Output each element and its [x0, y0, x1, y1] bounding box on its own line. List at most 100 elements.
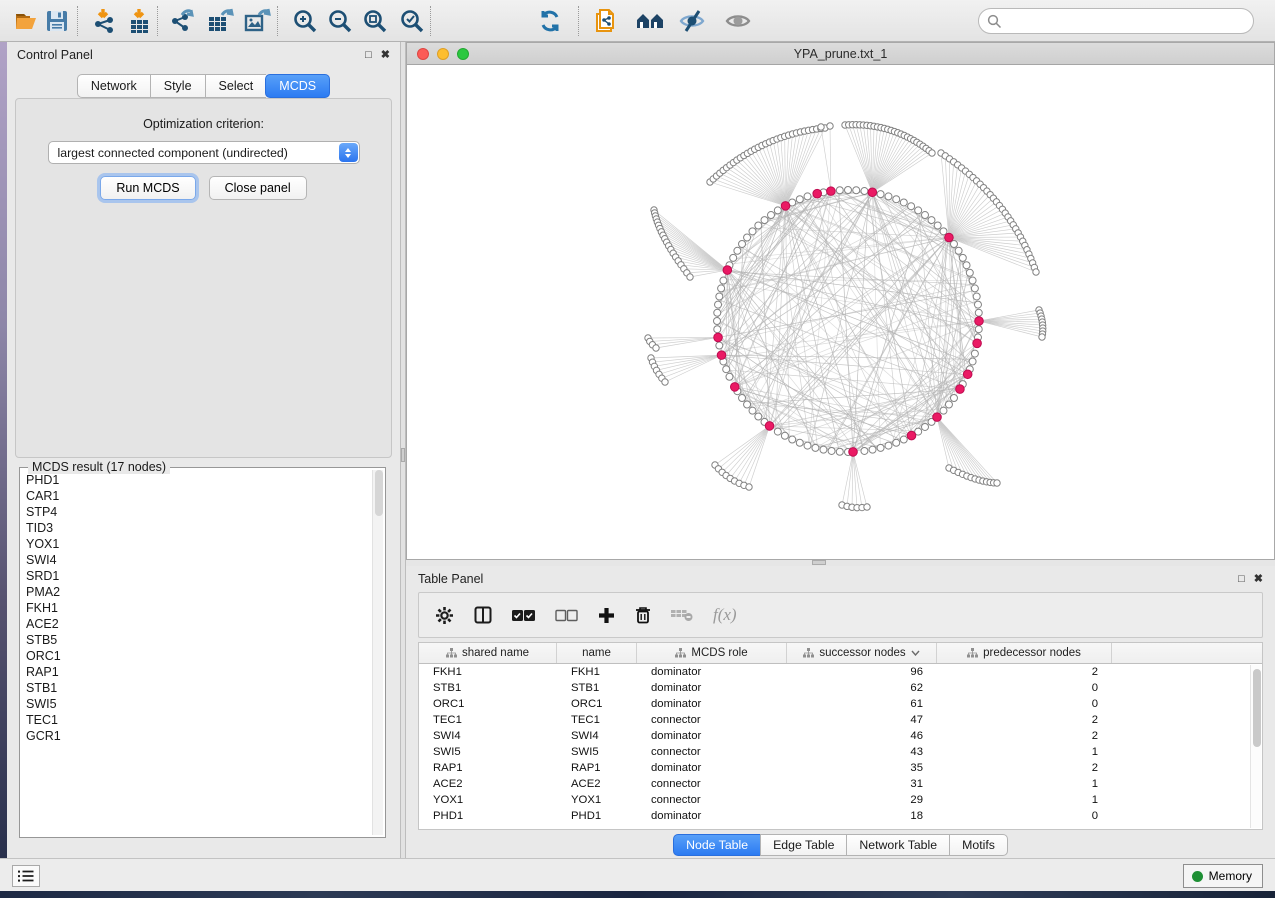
- graph-satellite-node[interactable]: [746, 484, 752, 490]
- tab-network-table[interactable]: Network Table: [846, 834, 949, 856]
- graph-edge[interactable]: [785, 129, 816, 206]
- table-cell-shared_name[interactable]: RAP1: [419, 762, 557, 774]
- graph-edge[interactable]: [872, 134, 901, 192]
- graph-node[interactable]: [755, 413, 762, 420]
- graph-node[interactable]: [744, 401, 751, 408]
- table-cell-predecessors[interactable]: 0: [937, 810, 1112, 822]
- table-row[interactable]: SWI4SWI4dominator462: [419, 728, 1262, 744]
- graph-node[interactable]: [739, 394, 746, 401]
- splitter-handle[interactable]: [812, 560, 826, 565]
- graph-mcds-node[interactable]: [723, 266, 732, 275]
- table-cell-predecessors[interactable]: 2: [937, 730, 1112, 742]
- table-cell-name[interactable]: YOX1: [557, 794, 637, 806]
- table-cell-role[interactable]: dominator: [637, 666, 787, 678]
- column-header-successor-nodes[interactable]: successor nodes: [787, 643, 937, 663]
- graph-satellite-node[interactable]: [687, 274, 693, 280]
- first-neighbors-icon[interactable]: [633, 4, 667, 38]
- graph-edge[interactable]: [785, 206, 789, 438]
- table-cell-successors[interactable]: 62: [787, 682, 937, 694]
- zoom-selected-icon[interactable]: [395, 4, 429, 38]
- graph-satellite-node[interactable]: [994, 480, 1000, 486]
- table-cell-successors[interactable]: 43: [787, 746, 937, 758]
- graph-edge[interactable]: [979, 321, 1043, 331]
- import-network-icon[interactable]: [88, 4, 122, 38]
- mcds-result-item[interactable]: TEC1: [26, 712, 371, 728]
- graph-node[interactable]: [900, 436, 907, 443]
- table-cell-shared_name[interactable]: SWI4: [419, 730, 557, 742]
- graph-node[interactable]: [877, 191, 884, 198]
- table-cell-shared_name[interactable]: SWI5: [419, 746, 557, 758]
- tab-network[interactable]: Network: [77, 74, 150, 98]
- table-cell-predecessors[interactable]: 2: [937, 666, 1112, 678]
- splitter-handle[interactable]: [401, 448, 405, 462]
- graph-mcds-node[interactable]: [765, 422, 774, 431]
- graph-mcds-node[interactable]: [963, 370, 972, 379]
- table-cell-role[interactable]: dominator: [637, 810, 787, 822]
- graph-mcds-node[interactable]: [868, 188, 877, 197]
- graph-node[interactable]: [885, 442, 892, 449]
- graph-mcds-node[interactable]: [781, 202, 790, 211]
- graph-node[interactable]: [975, 309, 982, 316]
- column-visibility-icon[interactable]: [474, 606, 492, 624]
- tab-mcds[interactable]: MCDS: [265, 74, 330, 98]
- graph-node[interactable]: [971, 350, 978, 357]
- graph-edge[interactable]: [720, 173, 786, 206]
- mcds-result-item[interactable]: STP4: [26, 504, 371, 520]
- graph-node[interactable]: [812, 444, 819, 451]
- graph-satellite-node[interactable]: [864, 504, 870, 510]
- table-cell-shared_name[interactable]: ACE2: [419, 778, 557, 790]
- graph-node[interactable]: [820, 446, 827, 453]
- graph-node[interactable]: [959, 254, 966, 261]
- mcds-result-item[interactable]: PMA2: [26, 584, 371, 600]
- graph-node[interactable]: [861, 447, 868, 454]
- graph-edge[interactable]: [730, 426, 769, 479]
- mcds-result-item[interactable]: STB1: [26, 680, 371, 696]
- table-cell-name[interactable]: PHD1: [557, 810, 637, 822]
- graph-edge[interactable]: [872, 136, 904, 193]
- table-cell-name[interactable]: ORC1: [557, 698, 637, 710]
- graph-node[interactable]: [974, 301, 981, 308]
- graph-node[interactable]: [900, 199, 907, 206]
- criterion-select[interactable]: largest connected component (undirected): [48, 141, 360, 164]
- graph-edge[interactable]: [665, 355, 722, 382]
- graph-node[interactable]: [950, 241, 957, 248]
- graph-node[interactable]: [969, 277, 976, 284]
- graph-edge[interactable]: [718, 426, 769, 469]
- mcds-result-item[interactable]: FKH1: [26, 600, 371, 616]
- table-cell-successors[interactable]: 35: [787, 762, 937, 774]
- table-row[interactable]: SWI5SWI5connector431: [419, 744, 1262, 760]
- graph-node[interactable]: [975, 326, 982, 333]
- table-scrollbar[interactable]: [1250, 665, 1261, 828]
- graph-edge[interactable]: [853, 452, 862, 508]
- graph-node[interactable]: [715, 301, 722, 308]
- graph-node[interactable]: [893, 196, 900, 203]
- table-cell-role[interactable]: connector: [637, 746, 787, 758]
- graph-node[interactable]: [774, 207, 781, 214]
- export-image-icon[interactable]: [240, 4, 274, 38]
- graph-node[interactable]: [940, 407, 947, 414]
- graph-mcds-node[interactable]: [813, 189, 822, 198]
- graph-edge[interactable]: [937, 417, 954, 470]
- graph-mcds-node[interactable]: [730, 383, 739, 392]
- table-row[interactable]: ACE2ACE2connector311: [419, 776, 1262, 792]
- column-header-mcds-role[interactable]: MCDS role: [637, 643, 787, 663]
- table-cell-name[interactable]: RAP1: [557, 762, 637, 774]
- graph-node[interactable]: [861, 188, 868, 195]
- graph-node[interactable]: [945, 401, 952, 408]
- close-panel-icon[interactable]: ✖: [1254, 574, 1263, 585]
- graph-node[interactable]: [971, 285, 978, 292]
- graph-mcds-node[interactable]: [933, 413, 942, 422]
- graph-node[interactable]: [714, 309, 721, 316]
- table-cell-name[interactable]: TEC1: [557, 714, 637, 726]
- tab-edge-table[interactable]: Edge Table: [760, 834, 846, 856]
- graph-node[interactable]: [723, 366, 730, 373]
- graph-node[interactable]: [969, 358, 976, 365]
- mcds-result-item[interactable]: PHD1: [26, 472, 371, 488]
- table-cell-successors[interactable]: 18: [787, 810, 937, 822]
- graph-satellite-node[interactable]: [818, 124, 824, 130]
- graph-edge[interactable]: [733, 163, 785, 206]
- table-cell-role[interactable]: dominator: [637, 730, 787, 742]
- graph-node[interactable]: [966, 269, 973, 276]
- delete-column-icon[interactable]: [635, 606, 651, 624]
- network-canvas[interactable]: [407, 65, 1274, 559]
